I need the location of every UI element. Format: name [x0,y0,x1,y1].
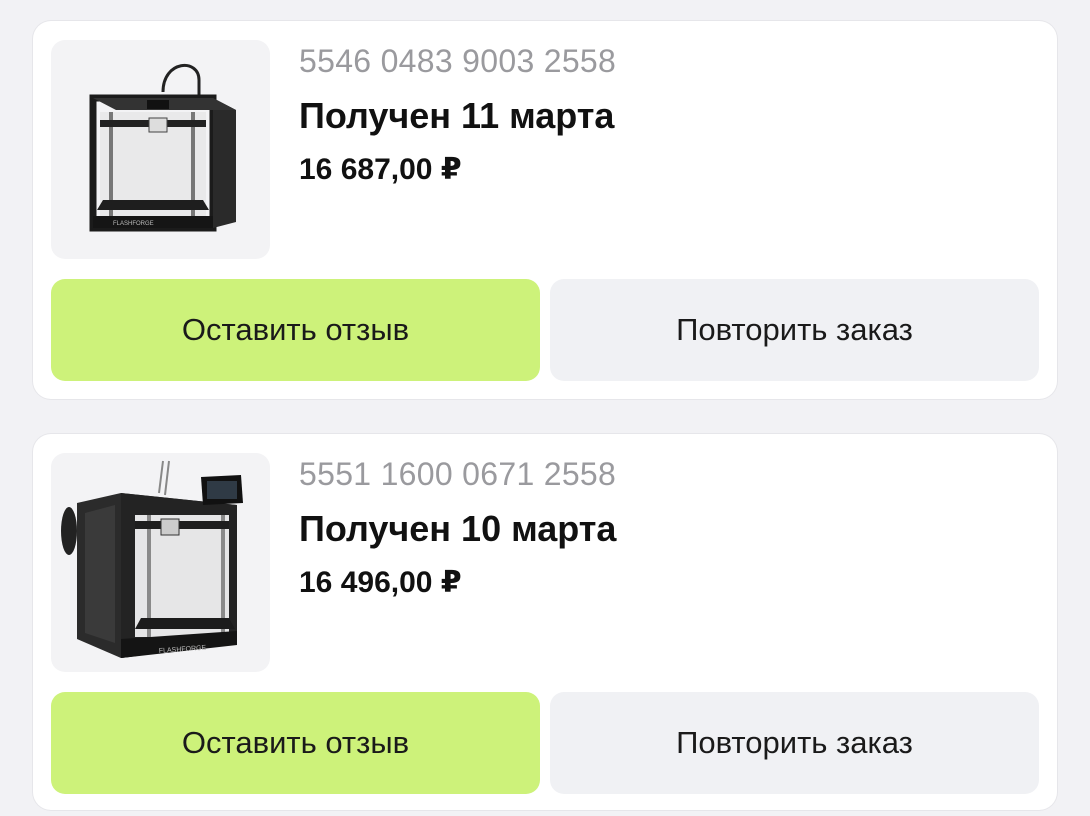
svg-text:FLASHFORGE: FLASHFORGE [113,221,154,227]
order-card[interactable]: FLASHFORGE 5551 1600 0671 2558 Получен 1… [33,434,1057,810]
order-status: Получен 11 марта [299,95,615,136]
order-card[interactable]: FLASHFORGE 5546 0483 9003 2558 Получен 1… [33,21,1057,399]
order-price: 16 687,00 ₽ [299,153,462,186]
order-price: 16 496,00 ₽ [299,566,462,599]
repeat-order-button[interactable]: Повторить заказ [550,279,1039,381]
product-image[interactable]: FLASHFORGE [51,40,270,259]
repeat-order-button[interactable]: Повторить заказ [550,692,1039,794]
product-image[interactable]: FLASHFORGE [51,453,270,672]
order-number: 5551 1600 0671 2558 [299,456,617,492]
leave-review-button[interactable]: Оставить отзыв [51,692,540,794]
leave-review-button[interactable]: Оставить отзыв [51,279,540,381]
order-number: 5546 0483 9003 2558 [299,43,617,79]
order-status: Получен 10 марта [299,508,617,549]
